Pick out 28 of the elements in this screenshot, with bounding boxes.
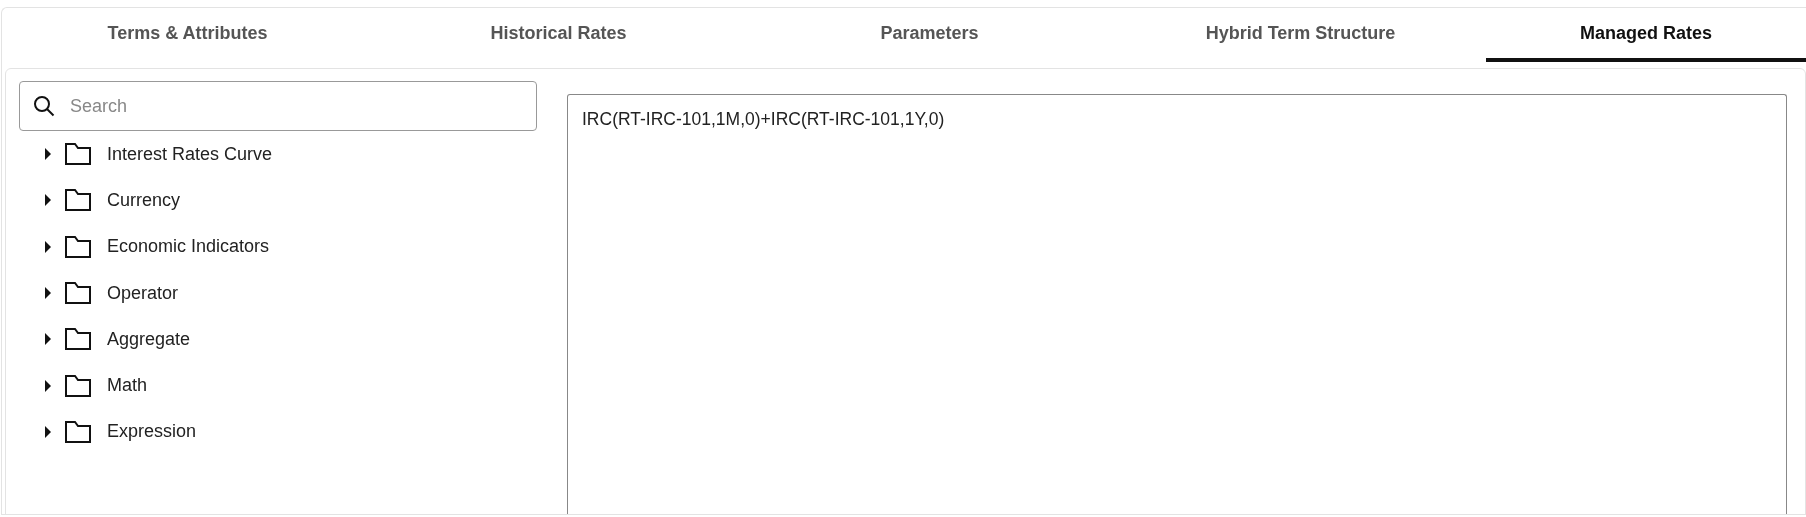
folder-icon [65,374,91,397]
tab[interactable]: Historical Rates [373,8,744,62]
tree-item[interactable]: Aggregate [107,328,191,350]
folder-icon [65,189,91,212]
folder-icon [65,143,91,166]
tree-item[interactable]: Operator [107,282,179,304]
tree-item[interactable]: Math [107,375,148,397]
caret-icon[interactable] [43,378,53,393]
folder-icon [65,282,91,305]
tree-item[interactable]: Expression [107,421,197,443]
folder-icon [65,420,91,443]
expression-editor[interactable]: IRC(RT-IRC-101,1M,0)+IRC(RT-IRC-101,1Y,0) [567,94,1787,514]
tree-item[interactable]: Interest Rates Curve [107,143,273,165]
tree-item[interactable]: Economic Indicators [107,236,270,258]
tree-item[interactable]: Currency [107,189,181,211]
caret-icon[interactable] [43,239,53,254]
tab[interactable]: Hybrid Term Structure [1115,8,1486,62]
folder-icon [65,235,91,258]
caret-icon[interactable] [43,286,53,301]
tab[interactable]: Parameters [744,8,1115,62]
search-field[interactable]: Search [19,81,537,131]
caret-icon[interactable] [43,147,53,162]
tab[interactable]: Managed Rates [1486,8,1806,62]
caret-icon[interactable] [43,193,53,208]
caret-icon[interactable] [43,332,53,347]
tab[interactable]: Terms & Attributes [2,8,373,62]
folder-icon [65,328,91,351]
caret-icon[interactable] [43,424,53,439]
